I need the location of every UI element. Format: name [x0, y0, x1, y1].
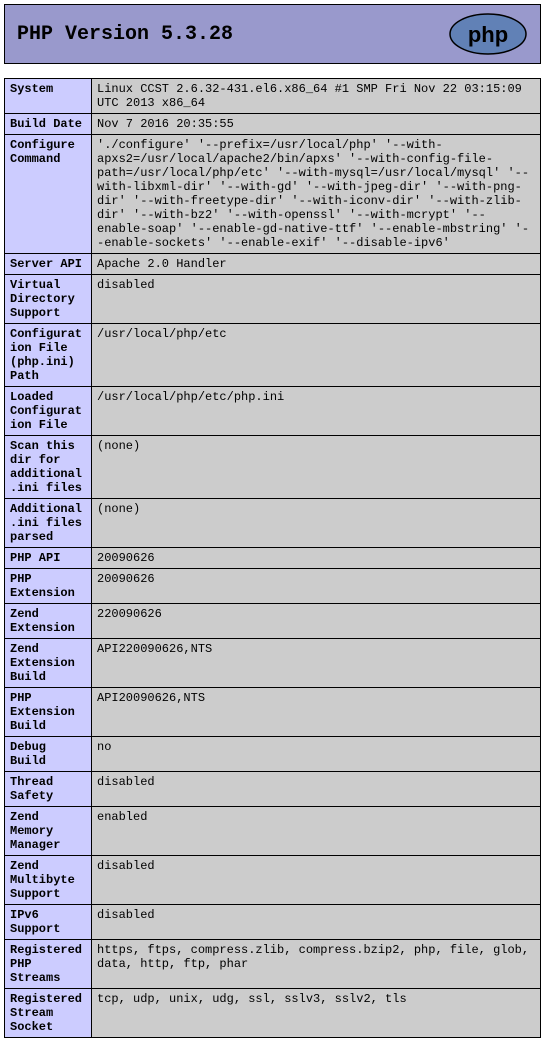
row-value: tcp, udp, unix, udg, ssl, sslv3, sslv2, …	[92, 989, 541, 1038]
row-label: Loaded Configuration File	[5, 387, 92, 436]
table-row: Zend Extension BuildAPI220090626,NTS	[5, 639, 541, 688]
svg-text:php: php	[468, 22, 508, 47]
row-label: Server API	[5, 254, 92, 275]
row-value: disabled	[92, 856, 541, 905]
php-logo-icon: php	[448, 13, 528, 55]
table-row: PHP Extension BuildAPI20090626,NTS	[5, 688, 541, 737]
row-label: Registered PHP Streams	[5, 940, 92, 989]
row-value: disabled	[92, 772, 541, 807]
table-row: Loaded Configuration File/usr/local/php/…	[5, 387, 541, 436]
table-row: Scan this dir for additional .ini files(…	[5, 436, 541, 499]
table-row: Virtual Directory Supportdisabled	[5, 275, 541, 324]
row-label: Additional .ini files parsed	[5, 499, 92, 548]
table-row: Configuration File (php.ini) Path/usr/lo…	[5, 324, 541, 387]
row-label: PHP Extension	[5, 569, 92, 604]
page-title: PHP Version 5.3.28	[17, 23, 233, 46]
row-value: Nov 7 2016 20:35:55	[92, 114, 541, 135]
row-value: /usr/local/php/etc	[92, 324, 541, 387]
table-row: Zend Extension220090626	[5, 604, 541, 639]
row-value: 20090626	[92, 569, 541, 604]
row-value: disabled	[92, 905, 541, 940]
row-value: (none)	[92, 436, 541, 499]
table-row: Configure Command'./configure' '--prefix…	[5, 135, 541, 254]
row-label: Debug Build	[5, 737, 92, 772]
row-label: Configure Command	[5, 135, 92, 254]
row-label: Zend Multibyte Support	[5, 856, 92, 905]
row-label: Zend Extension Build	[5, 639, 92, 688]
phpinfo-header: PHP Version 5.3.28 php	[4, 4, 541, 64]
row-label: Zend Extension	[5, 604, 92, 639]
row-value: Apache 2.0 Handler	[92, 254, 541, 275]
row-label: Scan this dir for additional .ini files	[5, 436, 92, 499]
row-value: API20090626,NTS	[92, 688, 541, 737]
table-row: Registered PHP Streamshttps, ftps, compr…	[5, 940, 541, 989]
row-label: PHP Extension Build	[5, 688, 92, 737]
row-value: no	[92, 737, 541, 772]
row-value: 20090626	[92, 548, 541, 569]
row-label: IPv6 Support	[5, 905, 92, 940]
row-label: System	[5, 79, 92, 114]
table-row: Additional .ini files parsed(none)	[5, 499, 541, 548]
row-value: https, ftps, compress.zlib, compress.bzi…	[92, 940, 541, 989]
row-value: disabled	[92, 275, 541, 324]
row-label: Thread Safety	[5, 772, 92, 807]
table-row: Zend Multibyte Supportdisabled	[5, 856, 541, 905]
phpinfo-table: SystemLinux CCST 2.6.32-431.el6.x86_64 #…	[4, 78, 541, 1038]
table-row: Server APIApache 2.0 Handler	[5, 254, 541, 275]
row-label: Configuration File (php.ini) Path	[5, 324, 92, 387]
table-row: SystemLinux CCST 2.6.32-431.el6.x86_64 #…	[5, 79, 541, 114]
table-row: Debug Buildno	[5, 737, 541, 772]
row-label: Registered Stream Socket	[5, 989, 92, 1038]
table-row: IPv6 Supportdisabled	[5, 905, 541, 940]
row-label: Virtual Directory Support	[5, 275, 92, 324]
row-value: /usr/local/php/etc/php.ini	[92, 387, 541, 436]
table-row: Thread Safetydisabled	[5, 772, 541, 807]
row-label: Build Date	[5, 114, 92, 135]
table-row: Build DateNov 7 2016 20:35:55	[5, 114, 541, 135]
row-value: API220090626,NTS	[92, 639, 541, 688]
table-row: PHP Extension20090626	[5, 569, 541, 604]
row-value: './configure' '--prefix=/usr/local/php' …	[92, 135, 541, 254]
row-label: PHP API	[5, 548, 92, 569]
table-row: PHP API20090626	[5, 548, 541, 569]
row-value: (none)	[92, 499, 541, 548]
table-row: Registered Stream Sockettcp, udp, unix, …	[5, 989, 541, 1038]
row-value: Linux CCST 2.6.32-431.el6.x86_64 #1 SMP …	[92, 79, 541, 114]
row-value: 220090626	[92, 604, 541, 639]
